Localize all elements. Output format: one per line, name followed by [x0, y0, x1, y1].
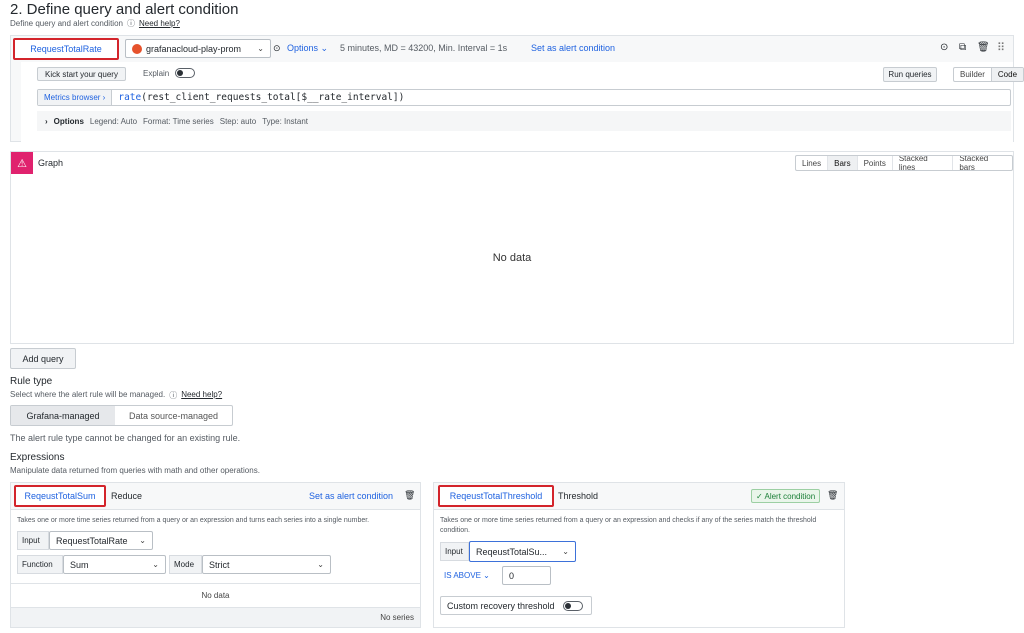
need-help-link[interactable]: Need help? [139, 19, 180, 28]
reduce-input-select[interactable]: RequestTotalRate ⌄ [49, 531, 153, 550]
datasource-managed-option[interactable]: Data source-managed [115, 406, 232, 425]
graph-mode[interactable]: Stacked lines [891, 156, 953, 170]
drag-handle-icon[interactable]: ⠿ [997, 41, 1005, 54]
reduce-function-select[interactable]: Sum ⌄ [63, 555, 166, 574]
options-row-label: Options [53, 116, 84, 126]
set-alert-condition-link[interactable]: Set as alert condition [531, 43, 615, 53]
graph-no-data: No data [492, 252, 532, 264]
reduce-no-series: No series [11, 607, 420, 627]
metrics-browser-button[interactable]: Metrics browser › [38, 90, 113, 105]
threshold-expression-card: ReqeustTotalThreshold Threshold ✓ Alert … [433, 482, 845, 628]
rule-type-title: Rule type [10, 376, 53, 387]
opt-step: Step: auto [219, 116, 257, 126]
opt-format: Format: Time series [143, 116, 214, 126]
prometheus-icon [132, 43, 142, 54]
reduce-type-label: Reduce [111, 491, 143, 501]
chevron-down-icon: ⌄ [257, 44, 264, 53]
reduce-refid[interactable]: ReqeustTotalSum [14, 485, 106, 507]
alert-triangle-icon: ⚠ [11, 152, 33, 174]
rule-type-note: The alert rule type cannot be changed fo… [10, 433, 241, 443]
trash-icon[interactable]: 🗑 [827, 490, 838, 501]
reduce-set-condition-link[interactable]: Set as alert condition [309, 491, 393, 501]
mode-builder[interactable]: Builder [954, 68, 991, 81]
rule-type-subtitle: Select where the alert rule will be mana… [10, 390, 222, 401]
reduce-function-label: Function [17, 555, 63, 574]
help-icon: ⓘ [169, 391, 178, 400]
subtitle-text: Define query and alert condition [10, 19, 123, 28]
query-editor-panel: RequestTotalRate grafanacloud-play-prom … [10, 35, 1024, 142]
help-icon: ⓘ [126, 19, 135, 28]
threshold-input-label: Input [440, 542, 469, 561]
threshold-input-value: ReqeustTotalSu... [476, 546, 548, 557]
explain-toggle[interactable] [175, 68, 195, 78]
editor-mode-switch[interactable]: Builder Code [953, 67, 1024, 82]
threshold-refid[interactable]: ReqeustTotalThreshold [438, 485, 554, 507]
reduce-no-data: No data [11, 583, 420, 607]
reduce-input-label: Input [17, 531, 49, 550]
opt-type: Type: Instant [262, 116, 309, 126]
run-queries-button[interactable]: Run queries [883, 67, 937, 82]
graph-panel: ⚠ Graph Lines Bars Points Stacked lines … [10, 151, 1014, 344]
query-input-row: Metrics browser › rate (rest_client_reque… [37, 89, 1011, 106]
promql-function: rate [118, 92, 142, 103]
kickstart-button[interactable]: Kick start your query [37, 67, 126, 81]
chevron-down-icon: ⌄ [317, 560, 324, 569]
page-subtitle: Define query and alert condition ⓘ Need … [10, 18, 180, 29]
graph-mode[interactable]: Lines [796, 156, 827, 170]
chevron-down-icon: ⌄ [139, 536, 146, 545]
threshold-type-label: Threshold [558, 491, 599, 501]
query-options-summary: 5 minutes, MD = 43200, Min. Interval = 1… [340, 43, 508, 53]
rule-type-segment[interactable]: Grafana-managed Data source-managed [10, 405, 233, 426]
reduce-mode-select[interactable]: Strict ⌄ [202, 555, 331, 574]
expressions-subtitle: Manipulate data returned from queries wi… [10, 466, 260, 475]
graph-mode-switch[interactable]: Lines Bars Points Stacked lines Stacked … [795, 155, 1013, 171]
add-query-button[interactable]: Add query [10, 348, 76, 369]
reduce-description: Takes one or more time series returned f… [17, 517, 370, 524]
chevron-right-icon: › [45, 116, 48, 126]
threshold-input-select[interactable]: ReqeustTotalSu... ⌄ [469, 541, 576, 562]
page-title: 2. Define query and alert condition [10, 1, 239, 18]
promql-args: (rest_client_requests_total[$__rate_inte… [141, 92, 405, 103]
graph-mode[interactable]: Bars [827, 156, 857, 170]
grafana-managed-option[interactable]: Grafana-managed [11, 406, 115, 425]
promql-editor[interactable]: rate (rest_client_requests_total[$__rate_… [112, 90, 404, 105]
query-editor-body: Kick start your query Explain Run querie… [21, 62, 1024, 142]
clock-icon: ⊙ [273, 43, 281, 53]
recovery-toggle[interactable] [562, 600, 583, 611]
chevron-down-icon: ⌄ [152, 560, 159, 569]
expressions-title: Expressions [10, 452, 65, 463]
explain-label: Explain [143, 69, 170, 78]
graph-mode[interactable]: Points [856, 156, 892, 170]
reduce-expression-card: ReqeustTotalSum Reduce Set as alert cond… [10, 482, 421, 628]
graph-title: Graph [38, 158, 64, 168]
custom-recovery-threshold[interactable]: Custom recovery threshold [440, 596, 592, 615]
recovery-label: Custom recovery threshold [447, 600, 555, 611]
datasource-picker[interactable]: grafanacloud-play-prom ⌄ [125, 39, 271, 58]
reduce-input-value: RequestTotalRate [56, 535, 128, 546]
rule-type-subtitle-text: Select where the alert rule will be mana… [10, 390, 166, 399]
reduce-function-value: Sum [70, 559, 89, 570]
threshold-description: Takes one or more time series returned f… [440, 517, 817, 534]
datasource-name: grafanacloud-play-prom [146, 43, 242, 54]
mode-code[interactable]: Code [990, 68, 1024, 81]
threshold-operator-select[interactable]: IS ABOVE ⌄ [444, 571, 490, 580]
query-name-refid[interactable]: RequestTotalRate [13, 38, 119, 60]
chevron-down-icon: ⌄ [562, 547, 569, 556]
help-circle-icon[interactable]: ⊙ [940, 42, 948, 53]
opt-legend: Legend: Auto [89, 116, 138, 126]
reduce-mode-value: Strict [209, 559, 230, 570]
trash-icon[interactable]: 🗑 [977, 42, 990, 53]
alert-condition-badge: ✓ Alert condition [751, 489, 821, 503]
rule-type-help-link[interactable]: Need help? [181, 390, 222, 401]
graph-mode[interactable]: Stacked bars [952, 156, 1012, 170]
threshold-value-input[interactable]: 0 [502, 566, 551, 585]
trash-icon[interactable]: 🗑 [404, 490, 415, 501]
query-options-toggle[interactable]: Options ⌄ [287, 43, 328, 54]
query-options-row[interactable]: › Options Legend: Auto Format: Time seri… [37, 111, 1011, 131]
reduce-mode-label: Mode [169, 555, 202, 574]
duplicate-icon[interactable]: ⧉ [959, 42, 966, 53]
